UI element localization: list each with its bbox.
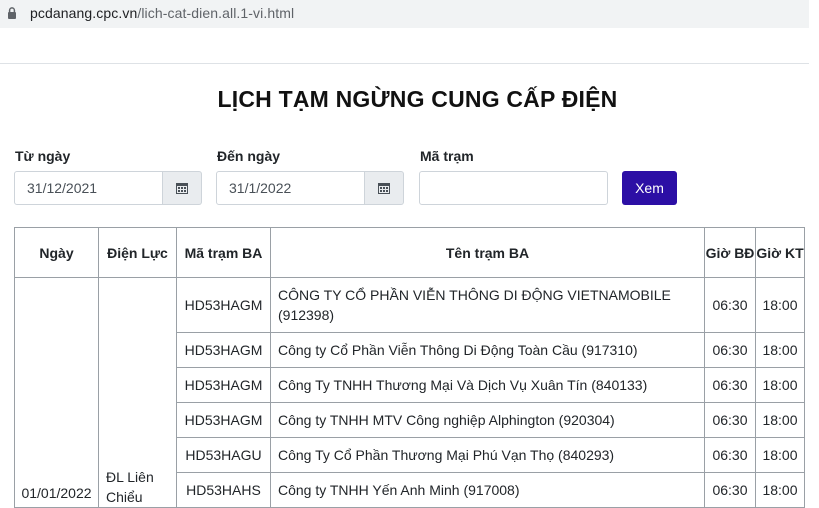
header-start-time: Giờ BĐ bbox=[704, 227, 756, 278]
station-name-cell: Công ty Cổ Phần Viễn Thông Di Động Toàn … bbox=[270, 332, 705, 368]
from-date-input[interactable] bbox=[14, 171, 163, 205]
address-bar[interactable]: pcdanang.cpc.vn/lich-cat-dien.all.1-vi.h… bbox=[0, 0, 809, 28]
district-cell: ĐL Liên Chiểu bbox=[98, 277, 177, 508]
station-name-cell: Công ty TNHH Yến Anh Minh (917008) bbox=[270, 472, 705, 508]
start-time-cell: 06:30 bbox=[704, 472, 756, 508]
station-code-cell: HD53HAGU bbox=[176, 437, 271, 473]
header-district: Điện Lực bbox=[98, 227, 177, 278]
table-header-row: Ngày Điện Lực Mã trạm BA Tên trạm BA Giờ… bbox=[14, 227, 805, 278]
lock-icon bbox=[8, 7, 16, 19]
from-date-label: Từ ngày bbox=[15, 148, 71, 164]
to-date-input[interactable] bbox=[216, 171, 365, 205]
start-time-cell: 06:30 bbox=[704, 437, 756, 473]
url-text[interactable]: pcdanang.cpc.vn/lich-cat-dien.all.1-vi.h… bbox=[30, 5, 294, 21]
from-date-calendar-button[interactable] bbox=[163, 171, 202, 205]
station-name-cell: Công Ty TNHH Thương Mại Và Dịch Vụ Xuân … bbox=[270, 367, 705, 403]
start-time-cell: 06:30 bbox=[704, 332, 756, 368]
to-date-calendar-button[interactable] bbox=[365, 171, 404, 205]
header-end-time: Giờ KT bbox=[755, 227, 805, 278]
url-path: /lich-cat-dien.all.1-vi.html bbox=[137, 5, 295, 21]
station-name-cell: CÔNG TY CỔ PHẦN VIỄN THÔNG DI ĐỘNG VIETN… bbox=[270, 277, 705, 333]
to-date-label: Đến ngày bbox=[217, 148, 281, 164]
station-code-cell: HD53HAHS bbox=[176, 472, 271, 508]
station-code-cell: HD53HAGM bbox=[176, 402, 271, 438]
start-time-cell: 06:30 bbox=[704, 277, 756, 333]
station-code-input[interactable] bbox=[419, 171, 608, 205]
station-code-label: Mã trạm bbox=[420, 148, 474, 164]
station-name-cell: Công Ty Cổ Phần Thương Mại Phú Vạn Thọ (… bbox=[270, 437, 705, 473]
start-time-cell: 06:30 bbox=[704, 367, 756, 403]
header-station-code: Mã trạm BA bbox=[176, 227, 271, 278]
end-time-cell: 18:00 bbox=[755, 402, 805, 438]
table-row: 01/01/2022 ĐL Liên Chiểu HD53HAGM CÔNG T… bbox=[14, 277, 805, 508]
calendar-icon bbox=[378, 183, 390, 194]
header-station-name: Tên trạm BA bbox=[270, 227, 705, 278]
outage-schedule-table: Ngày Điện Lực Mã trạm BA Tên trạm BA Giờ… bbox=[14, 227, 805, 508]
header-divider bbox=[0, 63, 809, 64]
header-date: Ngày bbox=[14, 227, 99, 278]
end-time-cell: 18:00 bbox=[755, 277, 805, 333]
date-cell: 01/01/2022 bbox=[14, 277, 99, 508]
start-time-cell: 06:30 bbox=[704, 402, 756, 438]
station-code-cell: HD53HAGM bbox=[176, 332, 271, 368]
station-name-cell: Công ty TNHH MTV Công nghiệp Alphington … bbox=[270, 402, 705, 438]
station-code-cell: HD53HAGM bbox=[176, 367, 271, 403]
end-time-cell: 18:00 bbox=[755, 437, 805, 473]
end-time-cell: 18:00 bbox=[755, 332, 805, 368]
url-host: pcdanang.cpc.vn bbox=[30, 5, 138, 21]
calendar-icon bbox=[176, 183, 188, 194]
end-time-cell: 18:00 bbox=[755, 367, 805, 403]
end-time-cell: 18:00 bbox=[755, 472, 805, 508]
station-code-cell: HD53HAGM bbox=[176, 277, 271, 333]
page-title: LỊCH TẠM NGỪNG CUNG CẤP ĐIỆN bbox=[217, 86, 618, 112]
view-button[interactable]: Xem bbox=[622, 171, 677, 205]
